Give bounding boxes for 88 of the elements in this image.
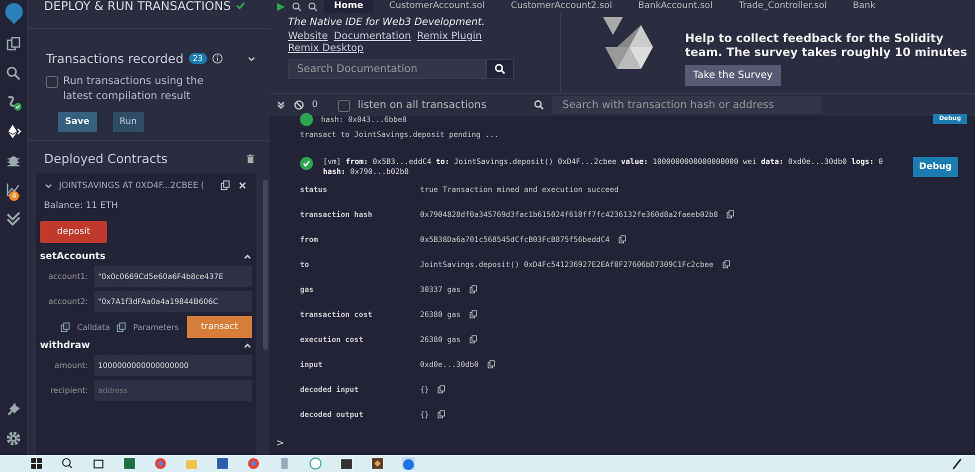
file-tab[interactable]: Home	[324, 0, 374, 13]
prompt[interactable]: >	[276, 438, 284, 449]
copy-icon[interactable]	[486, 360, 496, 369]
section-title: Deployed Contracts	[44, 151, 168, 166]
param-label: amount:	[54, 361, 88, 370]
clear-icon[interactable]	[294, 100, 304, 110]
zoom-in-icon[interactable]	[308, 2, 318, 12]
file-tab[interactable]: Bank	[842, 0, 886, 13]
scrollbar[interactable]	[263, 180, 268, 350]
trash-icon[interactable]	[245, 153, 256, 164]
link[interactable]: Documentation	[334, 31, 411, 42]
copy-icon[interactable]	[468, 310, 478, 319]
copy-icon[interactable]	[220, 180, 231, 191]
param-label: recipient:	[50, 386, 88, 395]
save-button[interactable]: Save	[58, 112, 97, 132]
windows-icon[interactable]	[30, 457, 43, 470]
copy-icon[interactable]	[618, 235, 627, 244]
close-icon[interactable]	[237, 180, 248, 191]
double-check-icon[interactable]	[5, 210, 22, 227]
function-name: setAccounts	[40, 251, 106, 262]
copy-link[interactable]: Parameters	[133, 322, 179, 332]
copy-icon[interactable]	[726, 210, 736, 219]
checkbox[interactable]	[338, 100, 350, 112]
search-icon[interactable]	[5, 65, 22, 82]
checkbox-label: listen on all transactions	[358, 99, 486, 111]
panel-title: DEPLOY & RUN TRANSACTIONS	[44, 0, 231, 12]
success-icon	[300, 157, 313, 170]
search-icon	[534, 100, 544, 110]
function-name: withdraw	[40, 340, 90, 351]
debug-button[interactable]: Debug	[913, 157, 958, 177]
param-label: account2:	[48, 297, 88, 306]
file-tab[interactable]: CustomerAccount2.sol	[500, 0, 622, 13]
section-title: Transactions recorded	[46, 51, 184, 66]
spreadsheet-app-icon[interactable]	[123, 457, 136, 470]
chevron-icon[interactable]	[44, 181, 53, 190]
task-view-icon[interactable]	[92, 457, 105, 470]
balance-text: Balance: 11 ETH	[43, 200, 120, 213]
logo-icon[interactable]	[2, 2, 24, 24]
copy-icon[interactable]	[722, 260, 730, 269]
tagline: The Native IDE for Web3 Development.	[288, 17, 486, 28]
search-button[interactable]	[486, 59, 514, 79]
copy-icon[interactable]	[116, 322, 128, 332]
copy-icon[interactable]	[468, 335, 478, 344]
files-icon[interactable]	[5, 36, 22, 53]
link[interactable]: Website	[288, 31, 328, 42]
plug-icon[interactable]	[5, 401, 22, 418]
copy-link[interactable]: Calldata	[77, 322, 110, 332]
file-tab[interactable]: BankAccount.sol	[628, 0, 723, 13]
search-icon	[494, 63, 506, 75]
copy-icon[interactable]	[437, 385, 446, 394]
chat-app-icon[interactable]	[309, 457, 322, 470]
browser-icon[interactable]	[247, 457, 260, 470]
copy-icon[interactable]	[60, 322, 72, 332]
compiler-icon[interactable]	[5, 94, 22, 111]
chevron-icon[interactable]	[243, 252, 252, 261]
search-icon[interactable]	[61, 457, 74, 470]
info-icon[interactable]	[212, 53, 223, 64]
browser-icon[interactable]	[154, 457, 167, 470]
file-tab[interactable]: CustomerAccount.sol	[379, 0, 495, 13]
copy-icon[interactable]	[437, 410, 446, 419]
app-icon[interactable]	[371, 457, 384, 470]
terminal-icon[interactable]	[340, 457, 353, 470]
link[interactable]: Remix Desktop	[288, 43, 364, 54]
search-field[interactable]: Search Documentation	[288, 59, 486, 79]
run-button[interactable]: Run	[112, 112, 144, 132]
link[interactable]: Remix Plugin	[416, 31, 482, 42]
checkbox-label: Run transactions using the latest compilation result	[63, 74, 205, 104]
copy-icon[interactable]	[468, 285, 478, 294]
chart-icon[interactable]	[5, 181, 22, 198]
collapse-icon[interactable]	[276, 100, 286, 110]
deposit-button[interactable]: deposit	[40, 221, 108, 243]
success-icon	[300, 112, 313, 126]
search-field[interactable]: Search with transaction hash or address	[552, 96, 822, 114]
pen-icon[interactable]	[950, 457, 963, 470]
chevron-icon[interactable]	[243, 341, 252, 350]
checkbox[interactable]	[46, 76, 58, 88]
param-label: account1:	[48, 272, 88, 281]
pending-count: 0	[312, 100, 318, 110]
count-badge: 23	[188, 53, 207, 64]
settings-icon[interactable]	[5, 430, 22, 447]
survey-text: Help to collect feedback for the Solidity team. The survey takes roughly 10 minutes	[685, 31, 968, 59]
survey-button[interactable]: Take the Survey	[685, 65, 781, 86]
contract-name: JOINTSAVINGS AT 0XD4F...2CBEE (	[59, 180, 206, 190]
chevron-icon[interactable]	[247, 54, 256, 63]
file-tab[interactable]: Trade_Controller.sol	[728, 0, 837, 13]
zoom-out-icon[interactable]	[292, 2, 302, 12]
document-app-icon[interactable]	[216, 457, 229, 470]
check-icon	[234, 0, 246, 11]
